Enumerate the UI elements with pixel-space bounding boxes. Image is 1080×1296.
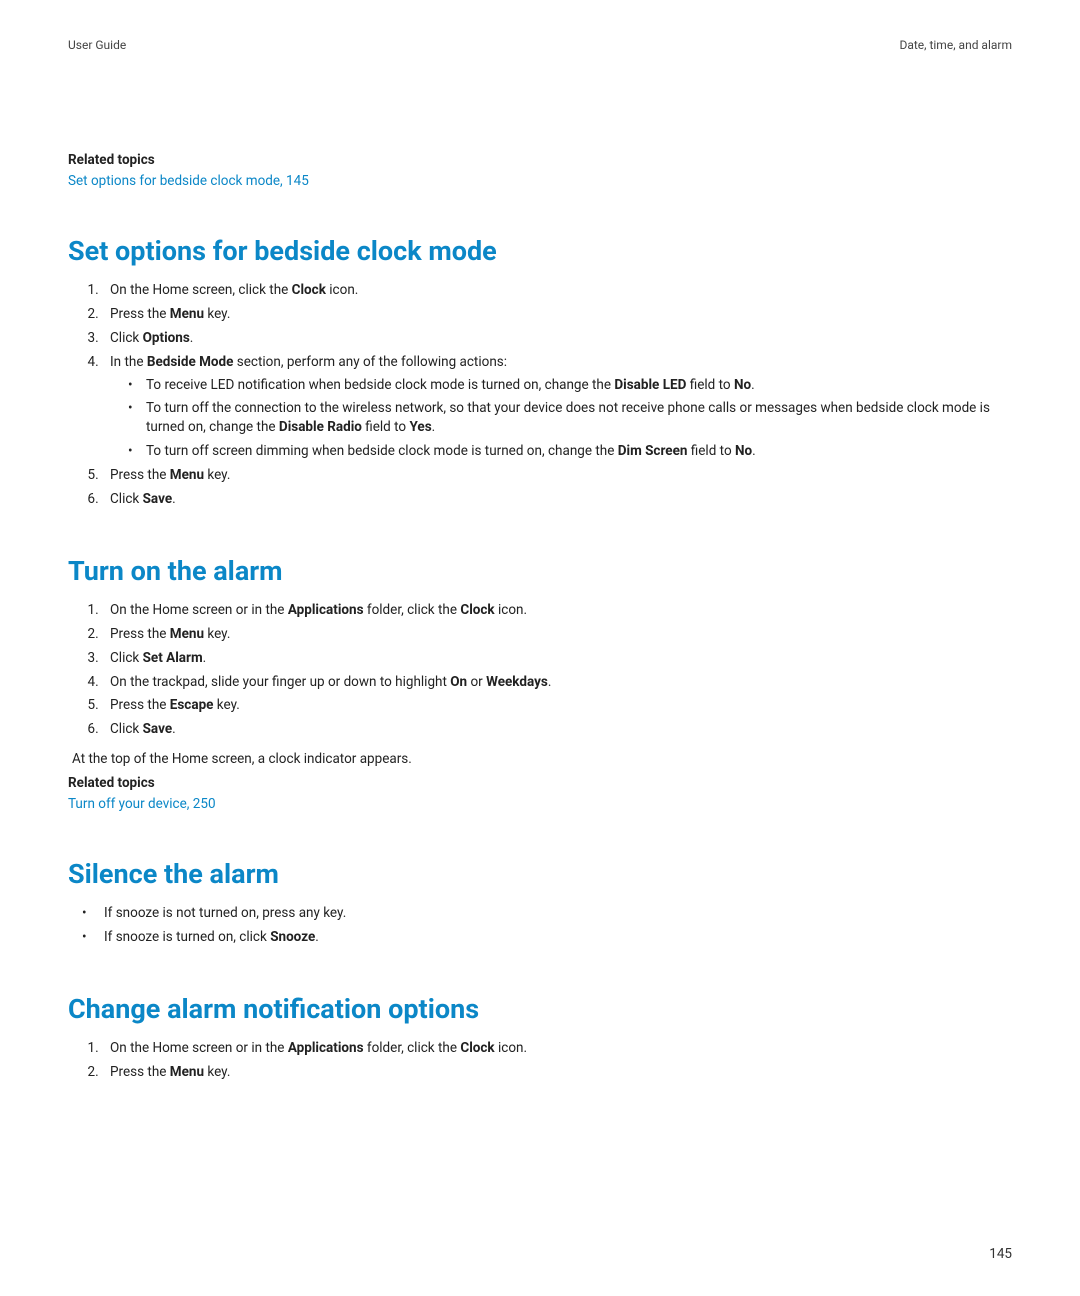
steps-turn-on-alarm: On the Home screen or in the Application… [68,601,1012,739]
step: In the Bedside Mode section, perform any… [102,353,1012,461]
steps-change-alarm-notification: On the Home screen or in the Application… [68,1039,1012,1082]
page-header: User Guide Date, time, and alarm [68,38,1012,52]
step: On the Home screen or in the Application… [102,1039,1012,1058]
step: Click Set Alarm. [102,649,1012,668]
step: On the Home screen or in the Application… [102,601,1012,620]
related-link-bedside[interactable]: Set options for bedside clock mode, 145 [68,173,309,189]
related-topics-heading: Related topics [68,775,1012,791]
heading-bedside-options: Set options for bedside clock mode [68,235,1012,267]
step: Press the Menu key. [102,625,1012,644]
step: Press the Escape key. [102,696,1012,715]
step: Click Save. [102,490,1012,509]
document-page: User Guide Date, time, and alarm Related… [0,0,1080,1296]
heading-turn-on-alarm: Turn on the alarm [68,555,1012,587]
sub-step: To turn off screen dimming when bedside … [128,442,1012,461]
sub-steps: To receive LED notification when bedside… [110,376,1012,462]
related-topics-1: Related topics Set options for bedside c… [68,152,1012,189]
step: Press the Menu key. [102,1063,1012,1082]
heading-change-alarm-notification: Change alarm notification options [68,993,1012,1025]
bullets-silence-alarm: If snooze is not turned on, press any ke… [68,904,1012,947]
heading-silence-alarm: Silence the alarm [68,858,1012,890]
related-topics-heading: Related topics [68,152,1012,168]
related-topics-2: Related topics Turn off your device, 250 [68,775,1012,812]
header-left: User Guide [68,38,126,52]
steps-bedside: On the Home screen, click the Clock icon… [68,281,1012,509]
step: On the Home screen, click the Clock icon… [102,281,1012,300]
bullet: If snooze is turned on, click Snooze. [82,928,1012,947]
step: Press the Menu key. [102,305,1012,324]
step: Click Save. [102,720,1012,739]
related-link-turn-off-device[interactable]: Turn off your device, 250 [68,796,216,812]
step: On the trackpad, slide your finger up or… [102,673,1012,692]
sub-step: To receive LED notification when bedside… [128,376,1012,395]
header-right: Date, time, and alarm [899,38,1012,52]
bullet: If snooze is not turned on, press any ke… [82,904,1012,923]
sub-step: To turn off the connection to the wirele… [128,399,1012,437]
step: Click Options. [102,329,1012,348]
step: Press the Menu key. [102,466,1012,485]
note-clock-indicator: At the top of the Home screen, a clock i… [72,751,1012,767]
page-number: 145 [989,1246,1012,1262]
